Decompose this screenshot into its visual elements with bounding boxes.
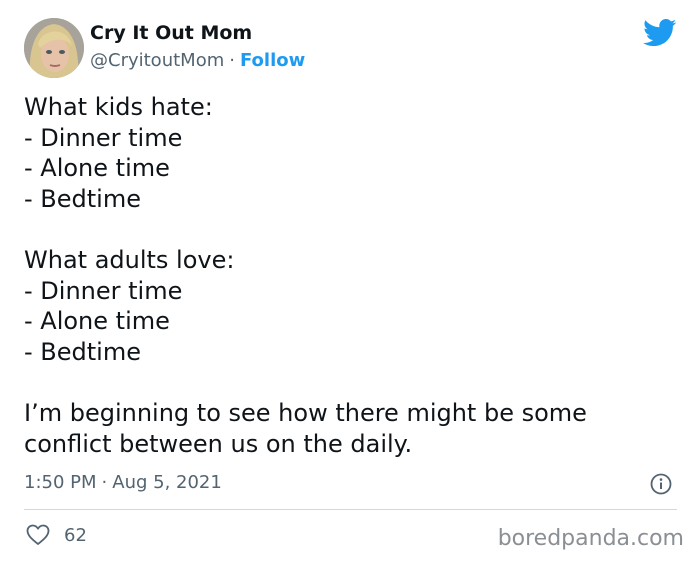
meta-separator: · xyxy=(101,472,108,493)
author-handle-row: @CryitoutMom · Follow xyxy=(90,50,305,71)
heart-icon[interactable] xyxy=(26,524,50,546)
follow-button[interactable]: Follow xyxy=(240,50,305,71)
twitter-bird-icon[interactable] xyxy=(643,19,677,47)
tweet-line: I’m beginning to see how there might be … xyxy=(24,398,587,427)
tweet-date: Aug 5, 2021 xyxy=(112,472,222,493)
divider xyxy=(24,509,677,510)
tweet-line: - Bedtime xyxy=(24,184,141,213)
watermark: boredpanda.com xyxy=(497,526,684,551)
tweet-line: What adults love: xyxy=(24,245,235,274)
tweet-line: - Alone time xyxy=(24,307,170,336)
tweet-line: - Bedtime xyxy=(24,337,141,366)
avatar[interactable] xyxy=(24,18,84,78)
info-icon[interactable] xyxy=(650,473,672,495)
tweet-line: What kids hate: xyxy=(24,93,213,121)
tweet-line: - Dinner time xyxy=(24,123,183,152)
tweet-card: Cry It Out Mom @CryitoutMom · Follow What … xyxy=(0,0,700,563)
like-count: 62 xyxy=(64,525,87,546)
avatar-image xyxy=(24,18,84,78)
author-display-name[interactable]: Cry It Out Mom xyxy=(90,22,252,44)
tweet-line: conflict between us on the daily. xyxy=(24,429,413,458)
author-handle[interactable]: @CryitoutMom xyxy=(90,50,224,71)
tweet-time: 1:50 PM xyxy=(24,472,97,493)
tweet-line: - Alone time xyxy=(24,154,170,183)
tweet-line: - Dinner time xyxy=(24,276,183,305)
handle-separator: · xyxy=(229,50,235,71)
tweet-text: What kids hate: - Dinner time - Alone ti… xyxy=(24,92,674,459)
tweet-timestamp[interactable]: 1:50 PM · Aug 5, 2021 xyxy=(24,472,222,493)
